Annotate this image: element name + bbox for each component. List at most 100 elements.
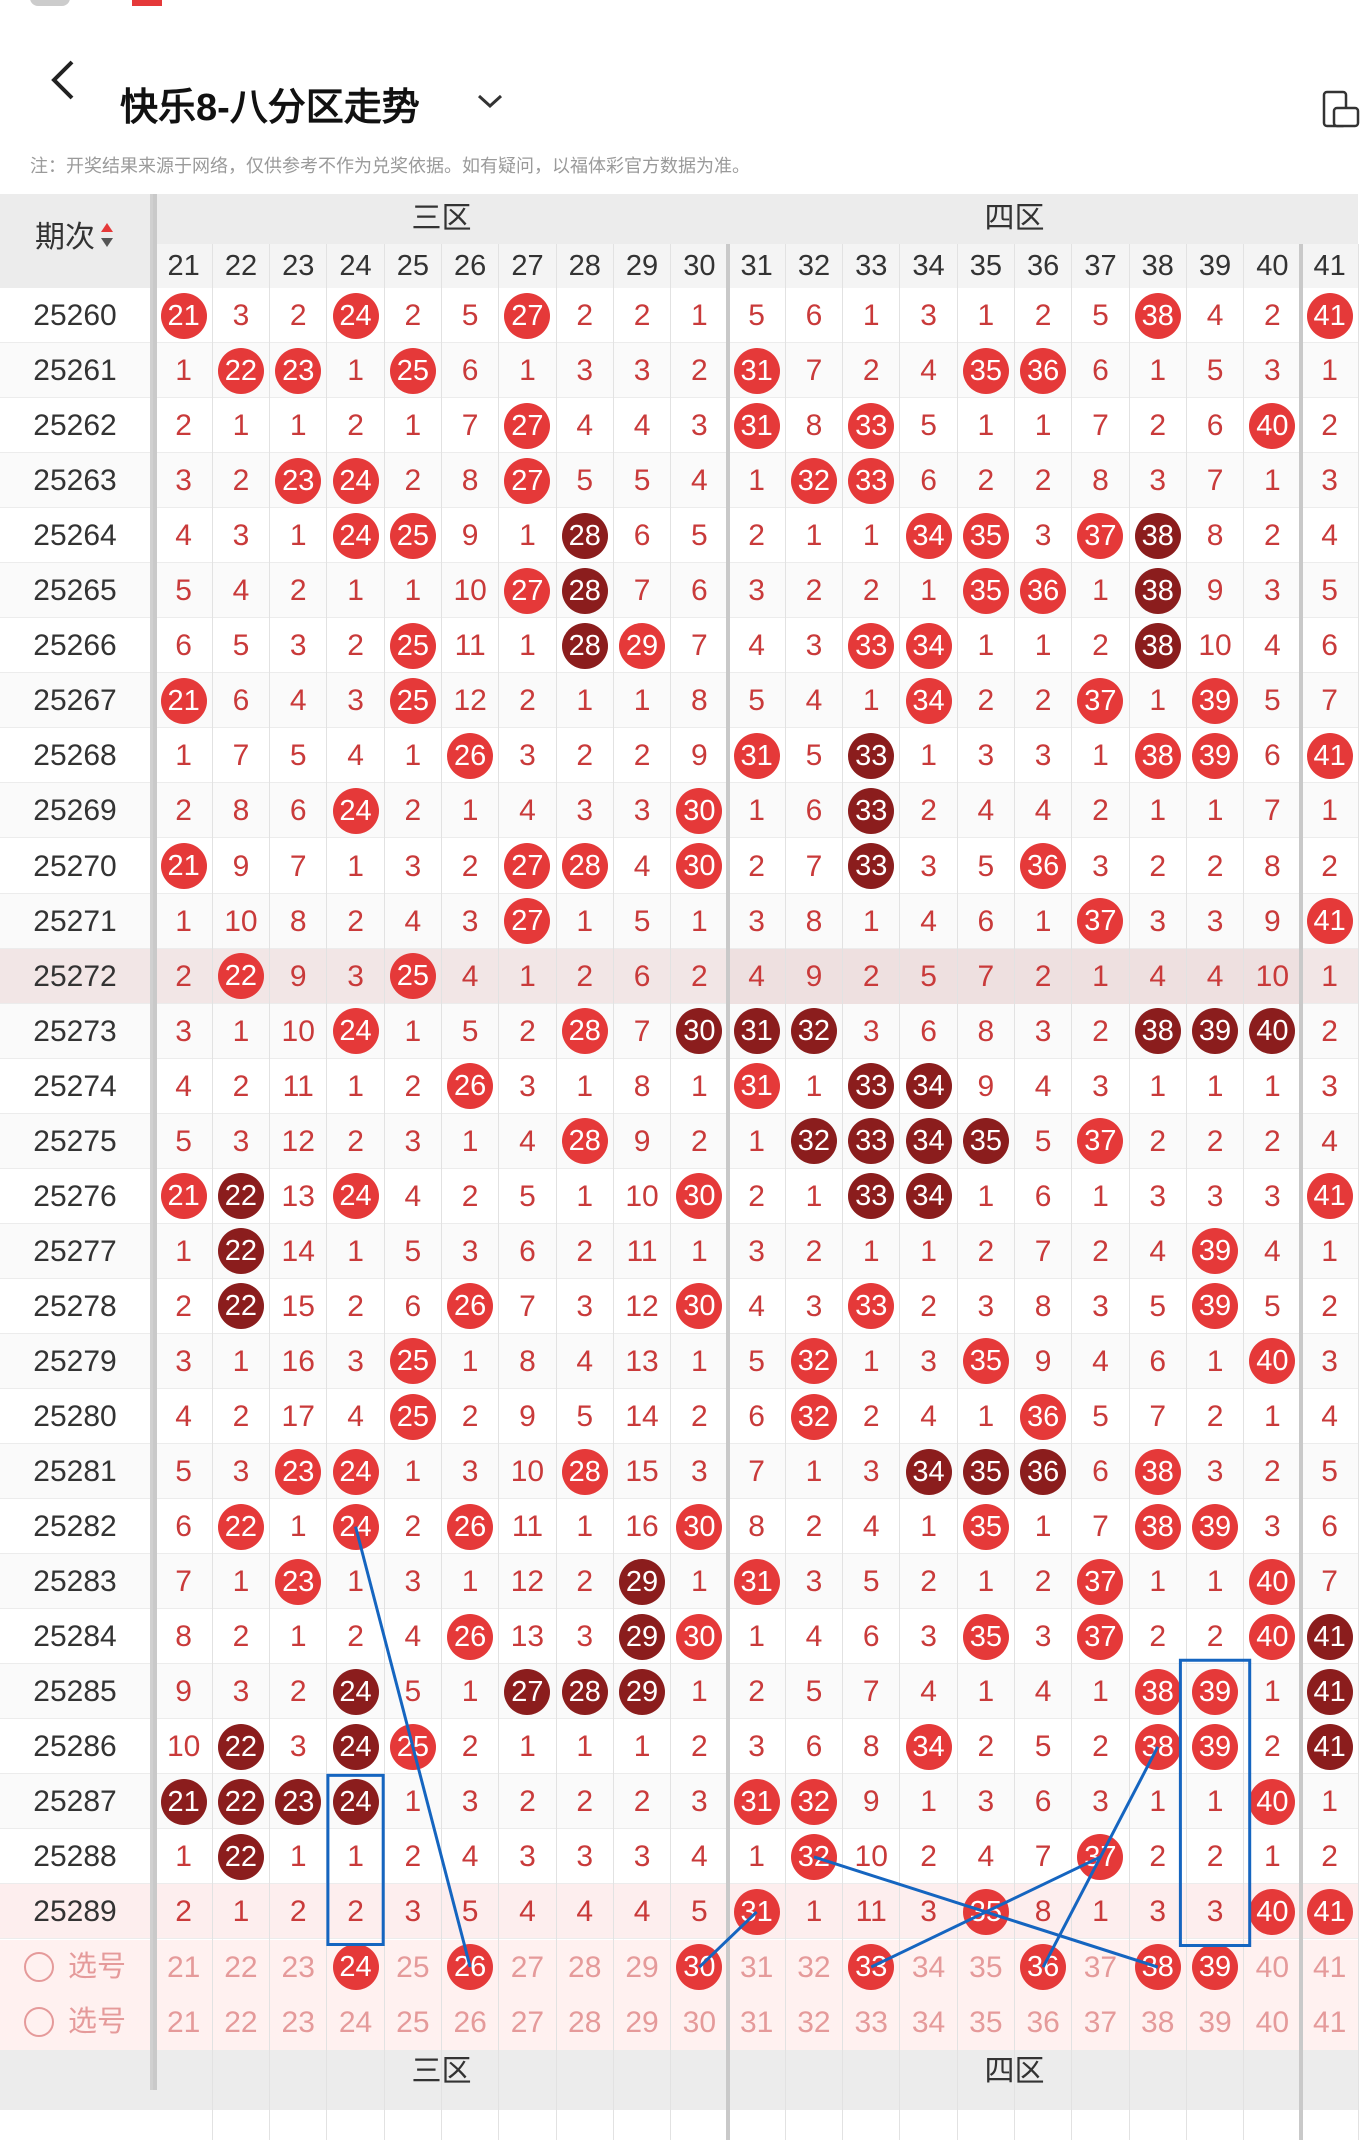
select-number[interactable]: 23 (270, 1995, 327, 2050)
omission-count: 7 (1263, 794, 1281, 828)
drawn-number-ball: 36 (1020, 1448, 1067, 1495)
omission-count: 1 (1092, 1179, 1109, 1213)
omission-count: 3 (977, 739, 995, 773)
selected-pick-ball[interactable]: 39 (1192, 1944, 1239, 1991)
selected-pick-ball[interactable]: 36 (1020, 1944, 1067, 1991)
selected-pick-ball[interactable]: 26 (447, 1944, 494, 1991)
selected-pick-ball[interactable]: 24 (332, 1944, 379, 1991)
omission-count: 1 (690, 1675, 708, 1709)
omission-count: 7 (690, 629, 708, 663)
omission-count: 1 (862, 904, 880, 938)
radio-circle-icon[interactable] (23, 2007, 54, 2038)
select-number[interactable]: 21 (155, 1995, 212, 2050)
sort-icon[interactable] (99, 223, 115, 257)
select-number[interactable]: 29 (613, 1995, 670, 2050)
select-number[interactable]: 29 (613, 1940, 670, 1995)
select-number[interactable]: 40 (1244, 1995, 1301, 2050)
omission-count: 4 (1034, 1069, 1052, 1103)
omission-count: 2 (690, 1124, 708, 1158)
selected-pick-ball[interactable]: 38 (1134, 1944, 1181, 1991)
omission-count: 4 (232, 574, 250, 608)
select-number[interactable]: 27 (499, 1995, 556, 2050)
select-number[interactable]: 35 (957, 1940, 1014, 1995)
device-switch-icon[interactable] (1320, 88, 1362, 130)
omission-count: 3 (289, 1730, 307, 1764)
drawn-number-ball: 33 (848, 787, 895, 834)
omission-count: 1 (576, 684, 594, 718)
select-number[interactable]: 24 (327, 1995, 384, 2050)
omission-count: 1 (1206, 1344, 1224, 1378)
select-number[interactable]: 22 (212, 1940, 269, 1995)
selected-pick-ball[interactable]: 33 (848, 1944, 895, 1991)
omission-count: 4 (175, 1400, 192, 1433)
select-row-toggle[interactable]: 选号 (0, 1940, 150, 1995)
select-number[interactable]: 38 (1129, 1995, 1186, 2050)
radio-circle-icon[interactable] (23, 1952, 54, 1983)
period-label: 25283 (33, 1565, 117, 1599)
omission-count: 1 (461, 1344, 479, 1378)
omission-count: 1 (690, 1234, 708, 1268)
drawn-number-ball: 38 (1134, 292, 1181, 339)
select-number[interactable]: 34 (900, 1940, 957, 1995)
omission-count: 7 (519, 1289, 536, 1323)
omission-count: 7 (461, 409, 479, 443)
omission-count: 2 (690, 354, 708, 388)
omission-count: 2 (1263, 1124, 1281, 1158)
omission-count: 2 (1034, 464, 1052, 498)
chevron-down-icon[interactable] (475, 88, 505, 114)
select-number[interactable]: 40 (1244, 1940, 1301, 1995)
select-number[interactable]: 22 (212, 1995, 269, 2050)
select-number[interactable]: 36 (1015, 1995, 1072, 2050)
omission-count: 7 (1321, 684, 1338, 718)
drawn-number-ball: 35 (962, 1888, 1009, 1935)
select-number[interactable]: 25 (384, 1995, 441, 2050)
select-number[interactable]: 37 (1072, 1940, 1129, 1995)
select-row-toggle[interactable]: 选号 (0, 1995, 150, 2050)
drawn-number-ball: 24 (332, 1723, 379, 1770)
drawn-number-ball: 23 (275, 1558, 322, 1605)
select-number[interactable]: 26 (442, 1995, 499, 2050)
select-number[interactable]: 27 (499, 1940, 556, 1995)
omission-count: 6 (805, 1730, 823, 1764)
drawn-number-ball: 38 (1134, 1503, 1181, 1550)
drawn-number-ball: 41 (1306, 1723, 1353, 1770)
select-number[interactable]: 23 (270, 1940, 327, 1995)
drawn-number-ball: 37 (1077, 677, 1124, 724)
drawn-number-ball: 32 (790, 457, 837, 504)
drawn-number-ball: 39 (1192, 677, 1239, 724)
omission-count: 1 (404, 1014, 422, 1048)
omission-count: 2 (748, 1675, 765, 1709)
select-number[interactable]: 35 (957, 1995, 1014, 2050)
select-number[interactable]: 39 (1186, 1995, 1243, 2050)
select-number[interactable]: 34 (900, 1995, 957, 2050)
select-number[interactable]: 41 (1301, 1995, 1358, 2050)
omission-count: 3 (232, 1455, 250, 1489)
drawn-number-ball: 38 (1134, 732, 1181, 779)
period-header[interactable]: 期次 (0, 212, 150, 258)
omission-count: 4 (175, 1069, 192, 1103)
select-number[interactable]: 31 (728, 1995, 785, 2050)
select-number[interactable]: 32 (785, 1995, 842, 2050)
back-arrow-icon[interactable] (44, 58, 84, 102)
omission-count: 6 (1092, 1455, 1109, 1489)
omission-count: 1 (862, 684, 880, 718)
select-number[interactable]: 28 (556, 1995, 613, 2050)
omission-count: 2 (1263, 1730, 1281, 1764)
select-number[interactable]: 32 (785, 1940, 842, 1995)
select-number[interactable]: 41 (1301, 1940, 1358, 1995)
omission-count: 5 (633, 464, 651, 498)
select-number[interactable]: 31 (728, 1940, 785, 1995)
omission-count: 7 (1034, 1840, 1052, 1874)
select-number[interactable]: 33 (843, 1995, 900, 2050)
omission-count: 8 (690, 684, 708, 718)
drawn-number-ball: 21 (160, 1173, 207, 1220)
drawn-number-ball: 25 (389, 1723, 436, 1770)
select-number[interactable]: 30 (671, 1995, 728, 2050)
omission-count: 1 (175, 1840, 192, 1874)
select-number[interactable]: 25 (384, 1940, 441, 1995)
column-divider (670, 244, 672, 2140)
drawn-number-ball: 40 (1249, 1778, 1296, 1825)
select-number[interactable]: 28 (556, 1940, 613, 1995)
select-number[interactable]: 21 (155, 1940, 212, 1995)
select-number[interactable]: 37 (1072, 1995, 1129, 2050)
